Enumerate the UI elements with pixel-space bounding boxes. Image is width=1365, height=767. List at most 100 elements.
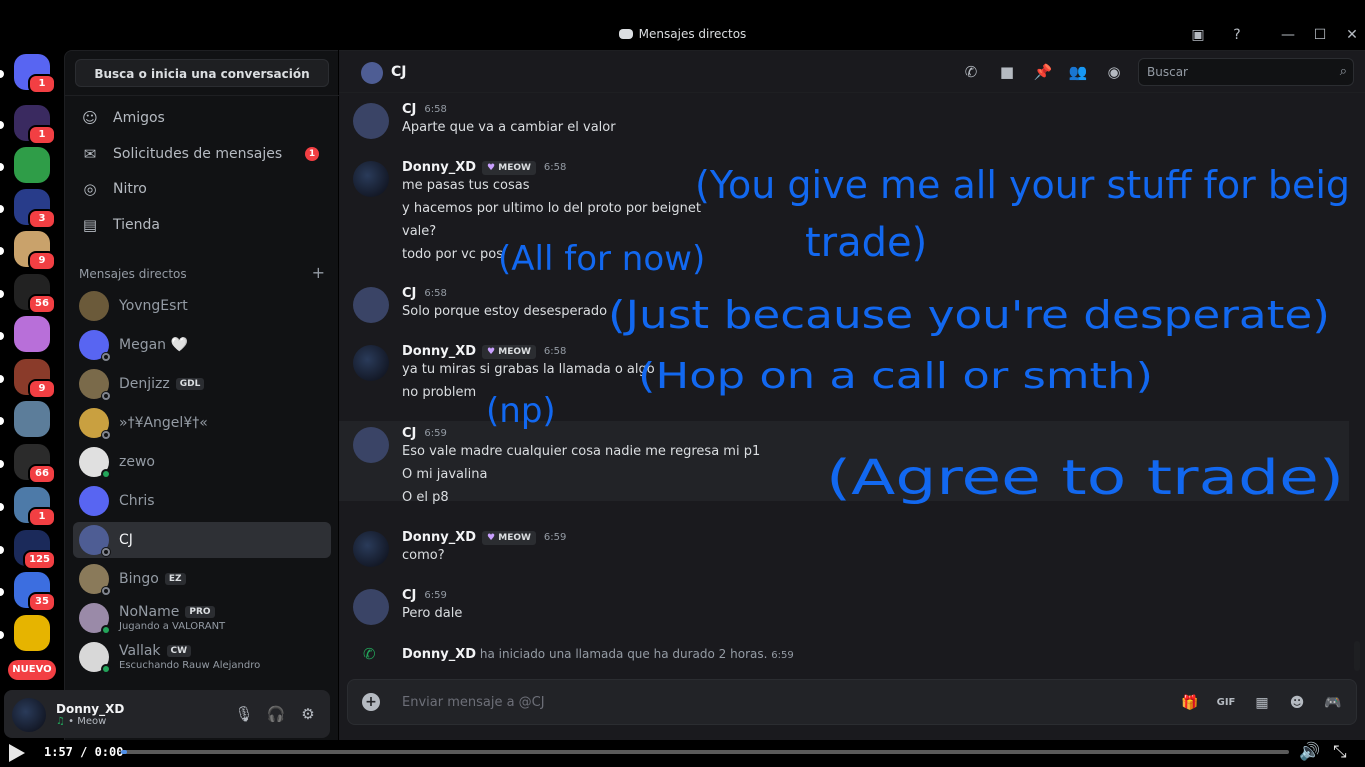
dm-text: Vallak CW Escuchando Rauw Alejandro bbox=[119, 643, 260, 671]
close-icon[interactable]: ✕ bbox=[1343, 26, 1361, 44]
gift-icon[interactable]: 🎁 bbox=[1180, 693, 1200, 713]
server-icon-server-8[interactable]: 9 bbox=[0, 359, 56, 399]
server-icon-server-13[interactable]: 35 bbox=[0, 572, 56, 612]
activities-gamepad-icon[interactable]: 🎮 bbox=[1323, 693, 1343, 713]
pinned-messages-icon[interactable]: 📌 bbox=[1033, 62, 1053, 82]
message-author[interactable]: Donny_XD bbox=[402, 530, 476, 545]
mention-badge: 1 bbox=[28, 507, 56, 527]
message-avatar[interactable] bbox=[353, 589, 389, 625]
message-group[interactable]: Donny_XD ♥ MEOW 6:59 como? bbox=[339, 529, 1349, 569]
server-icon-server-3[interactable] bbox=[0, 147, 50, 183]
search-input[interactable]: Buscar ⌕ bbox=[1138, 58, 1354, 86]
dm-item[interactable]: YovngEsrt bbox=[73, 288, 331, 324]
user-profile-icon[interactable]: ◉ bbox=[1104, 62, 1124, 82]
dm-name: »†¥Angel¥†« bbox=[119, 415, 208, 431]
message-author[interactable]: CJ bbox=[402, 426, 416, 441]
dm-item[interactable]: Megan 🤍 bbox=[73, 327, 331, 363]
voice-call-icon[interactable]: ✆ bbox=[961, 62, 981, 82]
message-author[interactable]: Donny_XD bbox=[402, 160, 476, 175]
message-avatar[interactable] bbox=[353, 531, 389, 567]
avatar bbox=[79, 291, 109, 321]
add-friends-icon[interactable]: 👥 bbox=[1068, 62, 1088, 82]
server-icon-server-6[interactable]: 56 bbox=[0, 274, 56, 314]
message-author[interactable]: CJ bbox=[402, 286, 416, 301]
find-conversation-button[interactable]: Busca o inicia una conversación bbox=[75, 59, 329, 87]
server-icon-discord-home[interactable]: 1 bbox=[0, 54, 56, 94]
server-image bbox=[14, 147, 50, 183]
message-composer[interactable]: + Enviar mensaje a @CJ 🎁 GIF ▦ ☻ 🎮 bbox=[347, 679, 1357, 725]
dm-item[interactable]: Denjizz GDL bbox=[73, 366, 331, 402]
message-avatar[interactable] bbox=[353, 345, 389, 381]
message-avatar[interactable] bbox=[353, 287, 389, 323]
dm-text: YovngEsrt bbox=[119, 298, 188, 314]
gif-icon[interactable]: GIF bbox=[1216, 693, 1236, 713]
inbox-icon[interactable]: ▣ bbox=[1189, 26, 1207, 44]
server-icon-server-7[interactable] bbox=[0, 316, 50, 352]
dm-header-label: Mensajes directos bbox=[79, 267, 187, 281]
dm-item[interactable]: Bingo EZ bbox=[73, 561, 331, 597]
microphone-icon[interactable]: 🎙 bbox=[234, 704, 254, 724]
exit-fullscreen-icon[interactable]: ⤡ bbox=[1333, 742, 1347, 762]
heart-icon: ♥ bbox=[487, 346, 499, 357]
create-dm-plus-icon[interactable]: + bbox=[312, 265, 325, 281]
server-icon-jbtn[interactable] bbox=[0, 615, 50, 651]
minimize-icon[interactable]: — bbox=[1279, 26, 1297, 44]
unread-pill bbox=[0, 247, 4, 255]
nav-item-tienda[interactable]: ▤ Tienda bbox=[73, 208, 331, 242]
help-icon[interactable]: ? bbox=[1228, 26, 1246, 44]
server-icon-server-4[interactable]: 3 bbox=[0, 189, 56, 229]
message-text: O el p8 bbox=[402, 490, 449, 505]
server-icon-server-11[interactable]: 1 bbox=[0, 487, 56, 527]
server-icon-server-5[interactable]: 9 bbox=[0, 231, 56, 271]
dm-sidebar: Busca o inicia una conversación ☺ Amigos ✉… bbox=[64, 50, 339, 740]
settings-gear-icon[interactable]: ⚙ bbox=[298, 704, 318, 724]
server-icon-trade[interactable]: 125 bbox=[0, 530, 56, 570]
volume-icon[interactable]: 🔊 bbox=[1299, 742, 1320, 762]
nav-item-solicitudes[interactable]: ✉ Solicitudes de mensajes 1 bbox=[73, 137, 331, 171]
message-header: Donny_XD ♥ MEOW 6:59 bbox=[402, 530, 566, 545]
server-icon-server-10[interactable]: 66 bbox=[0, 444, 56, 484]
dm-item[interactable]: »†¥Angel¥†« bbox=[73, 405, 331, 441]
dm-item[interactable]: Vallak CW Escuchando Rauw Alejandro bbox=[73, 639, 331, 675]
video-call-icon[interactable]: ■ bbox=[997, 62, 1017, 82]
mention-badge: 35 bbox=[28, 592, 56, 612]
tag-text: MEOW bbox=[498, 162, 531, 173]
dm-item[interactable]: NoName PRO Jugando a VALORANT bbox=[73, 600, 331, 636]
message-avatar[interactable] bbox=[353, 103, 389, 139]
dm-text: Chris bbox=[119, 493, 155, 509]
scrollbar-thumb[interactable] bbox=[1354, 641, 1360, 671]
message-avatar[interactable] bbox=[353, 161, 389, 197]
nitro-icon: ◎ bbox=[83, 180, 97, 198]
play-icon[interactable] bbox=[9, 744, 25, 762]
message-avatar[interactable] bbox=[353, 427, 389, 463]
message-group[interactable]: CJ 6:58 Aparte que va a cambiar el valor bbox=[339, 101, 1349, 141]
dm-item[interactable]: CJ bbox=[73, 522, 331, 558]
dm-text: zewo bbox=[119, 454, 155, 470]
call-author[interactable]: Donny_XD bbox=[402, 647, 476, 662]
dm-item[interactable]: Chris bbox=[73, 483, 331, 519]
divider bbox=[65, 95, 339, 96]
emoji-icon[interactable]: ☻ bbox=[1287, 693, 1307, 713]
message-group[interactable]: CJ 6:58 Solo porque estoy desesperado bbox=[339, 285, 1349, 325]
sticker-icon[interactable]: ▦ bbox=[1252, 693, 1272, 713]
user-avatar[interactable] bbox=[12, 698, 46, 732]
add-attachment-icon[interactable]: + bbox=[362, 693, 380, 711]
new-badge[interactable]: NUEVO bbox=[8, 660, 56, 680]
nav-item-amigos[interactable]: ☺ Amigos bbox=[73, 101, 331, 135]
message-author[interactable]: CJ bbox=[402, 588, 416, 603]
maximize-icon[interactable]: ☐ bbox=[1311, 26, 1329, 44]
dm-item[interactable]: zewo bbox=[73, 444, 331, 480]
video-progress-track[interactable] bbox=[121, 750, 1289, 754]
message-author[interactable]: Donny_XD bbox=[402, 344, 476, 359]
message-timestamp: 6:59 bbox=[543, 532, 567, 543]
message-group[interactable]: Donny_XD ♥ MEOW 6:58 ya tu miras si grabas … bbox=[339, 343, 1349, 413]
server-icon-server-9[interactable] bbox=[0, 401, 50, 437]
headphones-icon[interactable]: 🎧 bbox=[266, 704, 286, 724]
message-author[interactable]: CJ bbox=[402, 102, 416, 117]
server-icon-cheat-plus[interactable]: 1 bbox=[0, 105, 56, 145]
server-image bbox=[14, 401, 50, 437]
message-group[interactable]: CJ 6:59 Pero dale bbox=[339, 587, 1349, 627]
message-group[interactable]: Donny_XD ♥ MEOW 6:58 me pasas tus cosas y ha… bbox=[339, 159, 1349, 279]
nav-item-nitro[interactable]: ◎ Nitro bbox=[73, 172, 331, 206]
message-group[interactable]: CJ 6:59 Eso vale madre cualquier cosa nadi… bbox=[339, 421, 1349, 505]
